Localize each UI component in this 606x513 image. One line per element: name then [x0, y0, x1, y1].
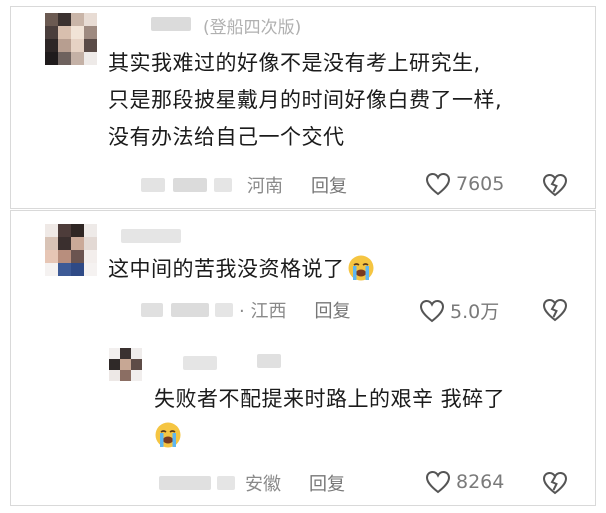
edition-tag: (登船四次版) [203, 18, 302, 38]
dislike-button[interactable] [541, 173, 569, 201]
location-label: · 江西 [239, 301, 287, 322]
timestamp [173, 178, 207, 192]
reply-avatar[interactable] [109, 348, 143, 382]
loudly-crying-face-emoji [348, 255, 373, 281]
comment-meta: · 江西 回复 [239, 296, 350, 324]
heart-outline-icon [425, 470, 451, 494]
comment-meta: 河南 回复 [247, 171, 347, 199]
timestamp [141, 178, 165, 192]
username[interactable] [151, 17, 191, 31]
broken-heart-outline-icon [542, 173, 568, 197]
reply-username[interactable] [257, 354, 281, 368]
comment-card: (登船四次版) 其实我难过的好像不是没有考上研究生, 只是那段披星戴月的时间好像… [10, 6, 596, 209]
timestamp [141, 303, 163, 317]
timestamp [214, 178, 232, 192]
reply-meta: 安徽 回复 [245, 469, 345, 497]
reply-button[interactable]: 回复 [314, 297, 350, 323]
location-label: 安徽 [245, 474, 281, 495]
reply-text: 失败者不配提来时路上的艰辛 我碎了 [154, 381, 505, 455]
comment-text: 其实我难过的好像不是没有考上研究生, 只是那段披星戴月的时间好像白费了一样, 没… [108, 51, 503, 149]
comment-text: 这中间的苦我没资格说了 [108, 251, 375, 288]
reply-button[interactable]: 回复 [309, 470, 345, 496]
username[interactable] [121, 229, 181, 243]
like-count: 5.0万 [450, 301, 500, 323]
loudly-crying-face-emoji [155, 422, 181, 448]
heart-outline-icon [419, 299, 445, 322]
broken-heart-outline-icon [542, 471, 568, 495]
heart-outline-icon [425, 172, 451, 196]
timestamp [159, 476, 211, 490]
like-button[interactable]: 8264 [425, 470, 504, 494]
reply-button[interactable]: 回复 [311, 172, 347, 198]
avatar[interactable] [45, 224, 97, 276]
timestamp [217, 476, 235, 490]
dislike-button[interactable] [541, 471, 569, 499]
like-count: 8264 [456, 471, 505, 493]
timestamp [215, 303, 233, 317]
dislike-button[interactable] [541, 298, 569, 326]
broken-heart-outline-icon [542, 298, 568, 322]
like-button[interactable]: 5.0万 [419, 297, 499, 324]
like-count: 7605 [456, 173, 505, 195]
reply-username[interactable] [183, 356, 217, 370]
timestamp [171, 303, 209, 317]
avatar[interactable] [45, 13, 97, 65]
like-button[interactable]: 7605 [425, 172, 504, 196]
comment-card: 这中间的苦我没资格说了 · 江西 回复 5.0万 失败者不配提来时路上的艰辛 我… [10, 210, 596, 506]
location-label: 河南 [247, 176, 283, 197]
